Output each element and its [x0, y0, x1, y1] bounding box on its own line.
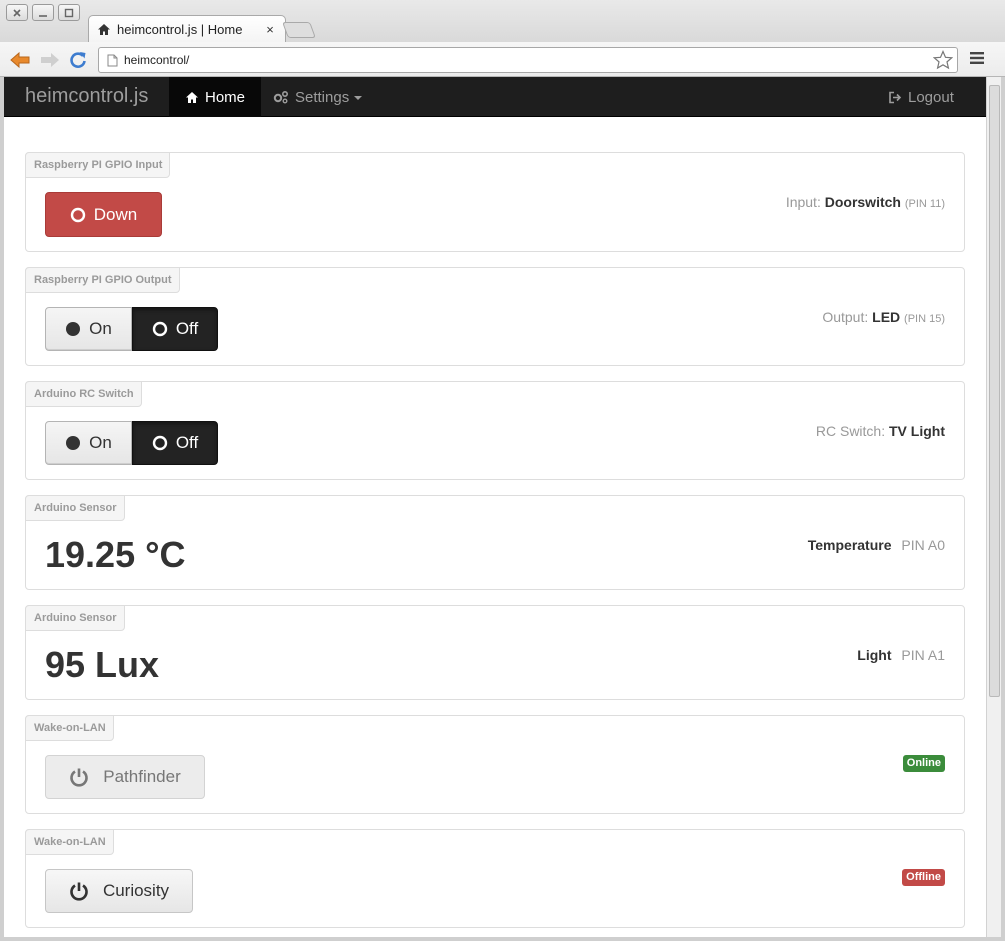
gpio-output-toggle: On Off — [45, 307, 218, 351]
info-name: TV Light — [889, 423, 945, 439]
on-label: On — [89, 319, 112, 338]
info-name: LED — [872, 309, 901, 325]
circle-icon — [70, 207, 86, 223]
nav-logout-label: Logout — [908, 88, 954, 106]
status-badge-offline: Offline — [902, 869, 945, 886]
rc-switch-toggle: On Off — [45, 421, 218, 465]
address-bar[interactable]: heimcontrol/ — [98, 47, 958, 73]
info-prefix: Output: — [822, 309, 869, 325]
panel-label: Raspberry PI GPIO Input — [25, 152, 171, 178]
window-minimize-button[interactable] — [32, 4, 54, 21]
minimize-icon — [39, 14, 47, 17]
panel-wol-curiosity: Wake-on-LAN Curiosity Offline — [25, 829, 965, 928]
wol-pathfinder-button[interactable]: Pathfinder — [45, 755, 205, 799]
circle-icon — [152, 435, 168, 451]
close-icon — [13, 8, 21, 17]
gpio-input-button[interactable]: Down — [45, 192, 162, 237]
app-brand[interactable]: heimcontrol.js — [25, 85, 148, 108]
rc-switch-info: RC Switch: TV Light — [816, 423, 945, 439]
browser-tab-active[interactable]: heimcontrol.js | Home × — [88, 15, 286, 42]
window-maximize-button[interactable] — [58, 4, 80, 21]
off-label: Off — [175, 319, 199, 338]
home-icon — [98, 23, 110, 35]
info-prefix: Input: — [785, 194, 821, 210]
tab-close-button[interactable]: × — [261, 20, 279, 38]
light-value: 95 Lux — [45, 644, 160, 685]
browser-menu-button[interactable] — [970, 51, 988, 69]
panel-rc-switch: Arduino RC Switch On Off RC Switch: TV L… — [25, 381, 965, 480]
back-button[interactable] — [8, 49, 32, 71]
sensor-name: Light — [857, 647, 892, 663]
rc-switch-on-button[interactable]: On — [45, 421, 132, 465]
panel-label: Arduino Sensor — [25, 495, 125, 521]
panel-sensor-temperature: Arduino Sensor 19.25 °C Temperature PIN … — [25, 495, 965, 590]
hamburger-menu-icon — [970, 52, 984, 64]
address-text: heimcontrol/ — [124, 53, 190, 67]
wol-curiosity-button[interactable]: Curiosity — [45, 869, 193, 913]
nav-home[interactable]: Home — [169, 77, 262, 117]
panel-sensor-light: Arduino Sensor 95 Lux Light PIN A1 — [25, 605, 965, 700]
panel-wol-pathfinder: Wake-on-LAN Pathfinder Online — [25, 715, 965, 814]
cogs-icon — [273, 90, 289, 104]
bookmark-star-icon[interactable] — [933, 50, 953, 70]
panel-label: Arduino Sensor — [25, 605, 125, 631]
panel-label: Raspberry PI GPIO Output — [25, 267, 180, 293]
window-controls — [6, 4, 80, 21]
reload-button[interactable] — [66, 49, 90, 71]
forward-arrow-icon — [41, 53, 59, 67]
status-badge-online: Online — [902, 755, 945, 772]
page-scrollbar[interactable] — [986, 77, 1001, 937]
filled-circle-icon — [65, 435, 81, 451]
temperature-value: 19.25 °C — [45, 534, 186, 575]
panel-label: Wake-on-LAN — [25, 829, 114, 855]
off-label: Off — [175, 433, 199, 452]
circle-icon — [152, 321, 168, 337]
panel-label: Wake-on-LAN — [25, 715, 114, 741]
info-pin: (PIN 15) — [904, 313, 945, 325]
window-close-button[interactable] — [6, 4, 28, 21]
app-navbar: heimcontrol.js Home Settings Logout — [4, 77, 986, 117]
scrollbar-thumb[interactable] — [989, 85, 1000, 697]
info-name: Doorswitch — [824, 194, 901, 210]
caret-down-icon — [354, 96, 363, 100]
forward-button[interactable] — [38, 49, 62, 71]
gpio-input-info: Input: Doorswitch (PIN 11) — [786, 194, 945, 210]
rc-switch-off-button[interactable]: Off — [132, 421, 218, 465]
nav-home-label: Home — [205, 88, 246, 106]
page-icon — [107, 54, 118, 66]
nav-logout[interactable]: Logout — [874, 77, 968, 117]
page-viewport: heimcontrol.js Home Settings Logout Rasp… — [4, 77, 986, 937]
browser-toolbar: heimcontrol/ — [0, 42, 1005, 77]
panel-gpio-input: Raspberry PI GPIO Input Down Input: Door… — [25, 152, 965, 252]
sensor-pin: PIN A1 — [901, 647, 945, 663]
nav-settings-dropdown[interactable]: Settings — [259, 77, 376, 117]
reload-icon — [70, 52, 86, 68]
gpio-output-on-button[interactable]: On — [45, 307, 132, 351]
info-prefix: RC Switch: — [815, 423, 886, 439]
wol-host-name: Curiosity — [102, 881, 170, 900]
maximize-icon — [64, 8, 74, 17]
panel-gpio-output: Raspberry PI GPIO Output On Off Output: … — [25, 267, 965, 366]
browser-titlebar: heimcontrol.js | Home × — [0, 0, 1005, 42]
power-icon — [69, 881, 89, 901]
home-icon — [186, 91, 198, 103]
gpio-output-info: Output: LED (PIN 15) — [822, 309, 945, 325]
wol-host-name: Pathfinder — [103, 767, 181, 786]
panel-label: Arduino RC Switch — [25, 381, 142, 407]
gpio-output-off-button[interactable]: Off — [132, 307, 218, 351]
info-pin: (PIN 11) — [904, 198, 945, 210]
light-info: Light PIN A1 — [857, 647, 945, 663]
filled-circle-icon — [65, 321, 81, 337]
sensor-pin: PIN A0 — [901, 537, 945, 553]
logout-icon — [889, 91, 902, 103]
on-label: On — [89, 433, 112, 452]
temperature-info: Temperature PIN A0 — [808, 537, 945, 553]
back-arrow-icon — [10, 52, 30, 68]
sensor-name: Temperature — [807, 537, 892, 553]
nav-settings-label: Settings — [295, 88, 350, 106]
gpio-input-state: Down — [93, 204, 138, 224]
new-tab-button[interactable] — [282, 22, 316, 38]
tab-title: heimcontrol.js | Home — [117, 21, 243, 37]
power-icon — [69, 767, 89, 787]
